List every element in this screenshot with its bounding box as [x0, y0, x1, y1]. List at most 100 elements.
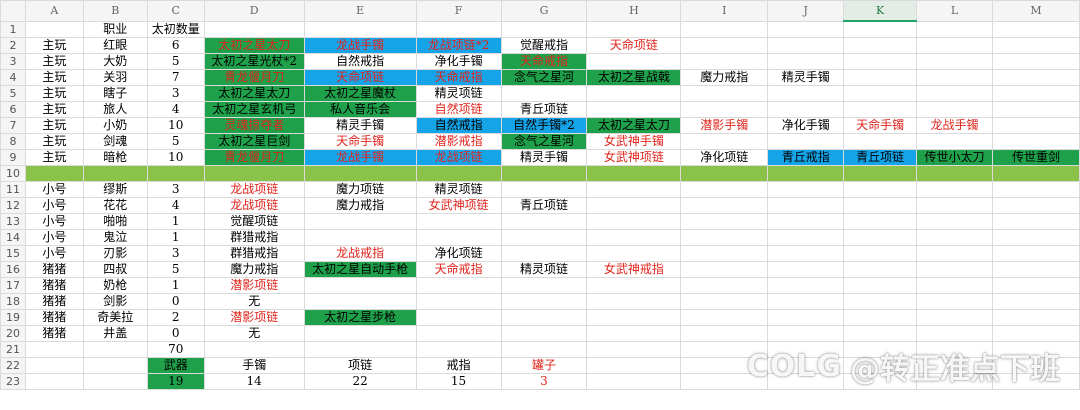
cell-a6[interactable]: 主玩 [24, 100, 84, 118]
cell-m6[interactable] [992, 100, 1080, 118]
column-header-g[interactable]: G [500, 0, 588, 22]
cell-a12[interactable]: 小号 [24, 196, 84, 214]
cell-f16[interactable]: 天命戒指 [415, 260, 502, 278]
cell-d18[interactable]: 无 [203, 292, 305, 310]
cell-a20[interactable]: 猪猪 [24, 324, 84, 342]
cell-i13[interactable] [680, 212, 769, 230]
cell-b6[interactable]: 旅人 [82, 100, 148, 118]
cell-a9[interactable]: 主玩 [24, 148, 84, 166]
cell-k18[interactable] [843, 292, 918, 310]
cell-i10[interactable] [680, 164, 769, 182]
cell-l15[interactable] [916, 244, 994, 262]
cell-k5[interactable] [843, 84, 918, 102]
row-header[interactable]: 23 [0, 372, 26, 390]
cell-h8[interactable]: 女武神手镯 [586, 132, 682, 150]
cell-e2[interactable]: 龙战手镯 [303, 36, 417, 54]
cell-g10[interactable] [500, 164, 588, 182]
cell-d2[interactable]: 太初之星太刀 [203, 36, 305, 54]
cell-k15[interactable] [843, 244, 918, 262]
row-header[interactable]: 17 [0, 276, 26, 294]
cell-j17[interactable] [767, 276, 845, 294]
cell-e13[interactable] [303, 212, 417, 230]
cell-c21[interactable]: 70 [146, 340, 205, 358]
cell-b20[interactable]: 井盖 [82, 324, 148, 342]
cell-h12[interactable] [586, 196, 682, 214]
cell-l7[interactable]: 龙战手镯 [916, 116, 994, 134]
cell-d12[interactable]: 龙战项链 [203, 196, 305, 214]
cell-a22[interactable] [24, 356, 84, 374]
cell-l20[interactable] [916, 324, 994, 342]
row-header[interactable]: 1 [0, 20, 26, 38]
cell-e21[interactable] [303, 340, 417, 358]
row-header[interactable]: 5 [0, 84, 26, 102]
cell-g12[interactable]: 青丘项链 [500, 196, 588, 214]
cell-a15[interactable]: 小号 [24, 244, 84, 262]
cell-e9[interactable]: 龙战手镯 [303, 148, 417, 166]
cell-g1[interactable] [500, 20, 588, 38]
cell-m4[interactable] [992, 68, 1080, 86]
cell-m17[interactable] [992, 276, 1080, 294]
cell-h18[interactable] [586, 292, 682, 310]
cell-f21[interactable] [415, 340, 502, 358]
cell-l1[interactable] [916, 20, 994, 38]
cell-a4[interactable]: 主玩 [24, 68, 84, 86]
spreadsheet-grid[interactable]: ABCDEFGHIJKLM 1 职业 太初数量 2 主玩 红眼 6 太初之星太刀 龙战手镯 龙战项… [0, 0, 1080, 390]
cell-i18[interactable] [680, 292, 769, 310]
cell-d10[interactable] [203, 164, 305, 182]
cell-g20[interactable] [500, 324, 588, 342]
row-header[interactable]: 7 [0, 116, 26, 134]
cell-l18[interactable] [916, 292, 994, 310]
cell-f3[interactable]: 净化手镯 [415, 52, 502, 70]
cell-j16[interactable] [767, 260, 845, 278]
cell-h23[interactable] [586, 372, 682, 390]
cell-h2[interactable]: 天命项链 [586, 36, 682, 54]
cell-d8[interactable]: 太初之星巨剑 [203, 132, 305, 150]
cell-m14[interactable] [992, 228, 1080, 246]
cell-c10[interactable] [146, 164, 205, 182]
cell-a17[interactable]: 猪猪 [24, 276, 84, 294]
cell-l3[interactable] [916, 52, 994, 70]
cell-i16[interactable] [680, 260, 769, 278]
cell-k2[interactable] [843, 36, 918, 54]
cell-j4[interactable]: 精灵手镯 [767, 68, 845, 86]
cell-j3[interactable] [767, 52, 845, 70]
cell-d22[interactable]: 手镯 [203, 356, 305, 374]
row-header[interactable]: 20 [0, 324, 26, 342]
cell-m15[interactable] [992, 244, 1080, 262]
cell-e18[interactable] [303, 292, 417, 310]
cell-g15[interactable] [500, 244, 588, 262]
cell-i7[interactable]: 潜影手镯 [680, 116, 769, 134]
cell-h5[interactable] [586, 84, 682, 102]
cell-g13[interactable] [500, 212, 588, 230]
cell-e22[interactable]: 项链 [303, 356, 417, 374]
cell-f18[interactable] [415, 292, 502, 310]
cell-b10[interactable] [82, 164, 148, 182]
cell-i17[interactable] [680, 276, 769, 294]
cell-b3[interactable]: 大奶 [82, 52, 148, 70]
row-header[interactable]: 8 [0, 132, 26, 150]
cell-d3[interactable]: 太初之星光杖*2 [203, 52, 305, 70]
cell-b13[interactable]: 啪啪 [82, 212, 148, 230]
cell-i6[interactable] [680, 100, 769, 118]
cell-k13[interactable] [843, 212, 918, 230]
cell-a2[interactable]: 主玩 [24, 36, 84, 54]
cell-d5[interactable]: 太初之星太刀 [203, 84, 305, 102]
cell-a13[interactable]: 小号 [24, 212, 84, 230]
cell-a5[interactable]: 主玩 [24, 84, 84, 102]
cell-k10[interactable] [843, 164, 918, 182]
cell-j19[interactable] [767, 308, 845, 326]
cell-b5[interactable]: 瞎子 [82, 84, 148, 102]
cell-c15[interactable]: 3 [146, 244, 205, 262]
cell-m3[interactable] [992, 52, 1080, 70]
cell-d1[interactable] [203, 20, 305, 38]
cell-e19[interactable]: 太初之星步枪 [303, 308, 417, 326]
cell-m5[interactable] [992, 84, 1080, 102]
cell-b21[interactable] [82, 340, 148, 358]
cell-b4[interactable]: 关羽 [82, 68, 148, 86]
cell-h11[interactable] [586, 180, 682, 198]
cell-k19[interactable] [843, 308, 918, 326]
column-header-h[interactable]: H [586, 0, 682, 22]
cell-i3[interactable] [680, 52, 769, 70]
cell-b17[interactable]: 奶枪 [82, 276, 148, 294]
cell-c5[interactable]: 3 [146, 84, 205, 102]
